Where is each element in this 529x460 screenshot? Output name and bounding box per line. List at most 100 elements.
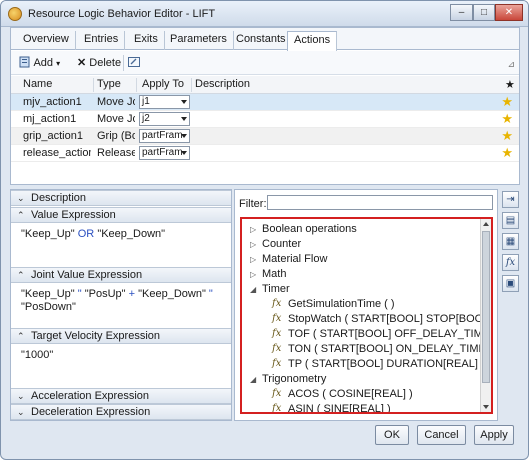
table-row[interactable]: release_action1 Release ( partFram ★ bbox=[11, 145, 519, 162]
joint-value-expression-header[interactable]: ⌃ Joint Value Expression bbox=[11, 267, 231, 283]
delete-button[interactable]: ✕ Delete bbox=[77, 56, 121, 71]
deceleration-expression-header[interactable]: ⌄ Deceleration Expression bbox=[11, 404, 231, 420]
toolbar-divider bbox=[123, 55, 124, 71]
app-icon bbox=[8, 7, 22, 21]
add-button[interactable]: Add ▾ bbox=[19, 56, 60, 71]
col-type[interactable]: Type bbox=[97, 78, 121, 90]
scroll-up-icon[interactable] bbox=[483, 222, 489, 226]
insert-icon[interactable]: ⇥ bbox=[502, 191, 519, 208]
favorite-star-icon[interactable]: ★ bbox=[501, 146, 513, 160]
tab-overview[interactable]: Overview bbox=[17, 31, 76, 50]
tree-category-timer[interactable]: ◢ Timer bbox=[250, 283, 290, 295]
close-button[interactable]: ✕ bbox=[495, 4, 523, 21]
maximize-button[interactable]: □ bbox=[473, 4, 495, 21]
tree-function-tp[interactable]: fx TP ( START[BOOL] DURATION[REAL] ) bbox=[272, 358, 485, 370]
constants-icon[interactable]: ▦ bbox=[502, 233, 519, 250]
row-type: Grip (Boo bbox=[97, 130, 135, 142]
table-row[interactable]: grip_action1 Grip (Boo partFram ★ bbox=[11, 128, 519, 145]
chevron-down-icon: ▾ bbox=[56, 59, 61, 68]
tab-constants[interactable]: Constants bbox=[230, 31, 293, 50]
ok-button[interactable]: OK bbox=[375, 425, 409, 445]
tab-parameters[interactable]: Parameters bbox=[164, 31, 234, 50]
window-title: Resource Logic Behavior Editor - LIFT bbox=[28, 8, 216, 20]
apply-button[interactable]: Apply bbox=[474, 425, 514, 445]
grid-header: Name Type Apply To Description ★ bbox=[11, 76, 519, 94]
tree-category-material-flow[interactable]: ▷ Material Flow bbox=[250, 253, 327, 265]
chevron-down-icon: ⌄ bbox=[17, 193, 25, 203]
tab-strip: Overview Entries Exits Parameters Consta… bbox=[11, 28, 519, 51]
variables-icon[interactable]: ▤ bbox=[502, 212, 519, 229]
favorite-star-icon[interactable]: ★ bbox=[501, 112, 513, 126]
tree-function-asin[interactable]: fx ASIN ( SINE[REAL] ) bbox=[272, 403, 391, 414]
tree-function-stopwatch[interactable]: fx StopWatch ( START[BOOL] STOP[BOOL] ) bbox=[272, 313, 491, 325]
row-type: Move Joi bbox=[97, 96, 135, 108]
edit-icon-button[interactable] bbox=[128, 56, 140, 71]
function-icon: fx bbox=[272, 313, 282, 324]
expression-panel: ⌄ Description ⌃ Value Expression "Keep_U… bbox=[10, 189, 232, 421]
dialog-window: Resource Logic Behavior Editor - LIFT – … bbox=[0, 0, 529, 460]
target-velocity-expression-text[interactable]: "1000" bbox=[21, 349, 226, 362]
delete-label: Delete bbox=[89, 57, 122, 69]
properties-icon[interactable]: ▣ bbox=[502, 275, 519, 292]
joint-value-expression-text[interactable]: "Keep_Up" " "PosUp" + "Keep_Down" " "Pos… bbox=[21, 288, 226, 314]
tree-function-getsimulationtime[interactable]: fx GetSimulationTime ( ) bbox=[272, 298, 395, 310]
dialog-footer: OK Cancel Apply bbox=[1, 421, 528, 459]
description-section-header[interactable]: ⌄ Description bbox=[11, 190, 231, 206]
apply-to-select[interactable]: partFram bbox=[139, 146, 190, 160]
function-browser: Filter: ▷ Boolean operations ▷ Counter ▷… bbox=[234, 189, 498, 421]
table-row[interactable]: mj_action1 Move Joi j2 ★ bbox=[11, 111, 519, 128]
table-row[interactable]: mjv_action1 Move Joi j1 ★ bbox=[11, 94, 519, 111]
filter-label: Filter: bbox=[239, 198, 267, 210]
chevron-down-icon bbox=[181, 151, 187, 155]
row-name: mjv_action1 bbox=[23, 96, 82, 108]
expand-arrow-icon: ▷ bbox=[250, 255, 257, 264]
collapse-arrow-icon: ◢ bbox=[250, 375, 257, 384]
minimize-button[interactable]: – bbox=[450, 4, 473, 21]
target-velocity-expression-header[interactable]: ⌃ Target Velocity Expression bbox=[11, 328, 231, 344]
apply-to-select[interactable]: partFram bbox=[139, 129, 190, 143]
tree-category-boolean[interactable]: ▷ Boolean operations bbox=[250, 223, 357, 235]
row-name: grip_action1 bbox=[23, 130, 83, 142]
expand-arrow-icon: ▷ bbox=[250, 240, 257, 249]
toolbar: Add ▾ ✕ Delete ⊿ bbox=[11, 51, 519, 75]
apply-to-select[interactable]: j2 bbox=[139, 112, 190, 126]
expand-arrow-icon: ▷ bbox=[250, 225, 257, 234]
col-divider bbox=[191, 78, 192, 92]
tree-function-acos[interactable]: fx ACOS ( COSINE[REAL] ) bbox=[272, 388, 413, 400]
chevron-down-icon: ⌄ bbox=[17, 391, 25, 401]
filter-input[interactable] bbox=[267, 195, 493, 210]
tab-entries[interactable]: Entries bbox=[78, 31, 126, 50]
cancel-button[interactable]: Cancel bbox=[417, 425, 466, 445]
favorite-star-icon[interactable]: ★ bbox=[501, 95, 513, 109]
col-name[interactable]: Name bbox=[23, 78, 52, 90]
favorite-star-icon[interactable]: ★ bbox=[501, 129, 513, 143]
col-description[interactable]: Description bbox=[195, 78, 250, 90]
scroll-down-icon[interactable] bbox=[483, 405, 489, 409]
collapse-arrow-icon: ◢ bbox=[250, 285, 257, 294]
value-expression-text[interactable]: "Keep_Up" OR "Keep_Down" bbox=[21, 228, 226, 241]
tab-actions[interactable]: Actions bbox=[287, 31, 338, 51]
edit-icon bbox=[128, 57, 140, 67]
row-type: Release ( bbox=[97, 147, 135, 159]
tree-function-tof[interactable]: fx TOF ( START[BOOL] OFF_DELAY_TIME[REAL… bbox=[272, 328, 491, 340]
title-bar: Resource Logic Behavior Editor - LIFT – … bbox=[1, 1, 528, 27]
tree-category-math[interactable]: ▷ Math bbox=[250, 268, 286, 280]
col-favorite[interactable]: ★ bbox=[505, 78, 515, 91]
tree-category-trigonometry[interactable]: ◢ Trigonometry bbox=[250, 373, 326, 385]
row-name: mj_action1 bbox=[23, 113, 77, 125]
value-expression-header[interactable]: ⌃ Value Expression bbox=[11, 207, 231, 223]
tree-category-counter[interactable]: ▷ Counter bbox=[250, 238, 301, 250]
acceleration-expression-header[interactable]: ⌄ Acceleration Expression bbox=[11, 388, 231, 404]
add-icon bbox=[19, 56, 30, 68]
col-apply-to[interactable]: Apply To bbox=[142, 78, 184, 90]
function-icon[interactable]: fx bbox=[502, 254, 519, 271]
tab-exits[interactable]: Exits bbox=[128, 31, 165, 50]
tree-function-ton[interactable]: fx TON ( START[BOOL] ON_DELAY_TIME[REAL]… bbox=[272, 343, 491, 355]
apply-to-select[interactable]: j1 bbox=[139, 95, 190, 109]
function-icon: fx bbox=[272, 403, 282, 414]
chevron-up-icon: ⌃ bbox=[17, 210, 25, 220]
tree-scrollbar[interactable] bbox=[480, 219, 491, 412]
pin-icon[interactable]: ⊿ bbox=[507, 59, 515, 70]
scrollbar-thumb[interactable] bbox=[482, 231, 490, 383]
col-divider bbox=[136, 78, 137, 92]
